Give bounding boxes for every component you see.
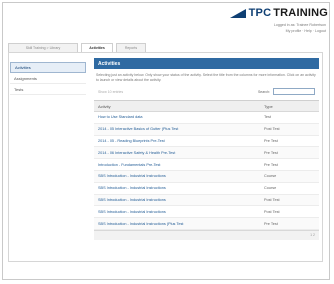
search-label: Search: (257, 89, 270, 94)
user-info: Logged in as: Trainee Robertson My profi… (274, 22, 326, 34)
main-panel: Activities Selecting just an activity be… (94, 58, 319, 240)
table-header: Activity Type (94, 101, 319, 112)
activity-link[interactable]: SBS Introduction - Industrial Instructio… (94, 222, 262, 226)
search-input[interactable] (273, 88, 315, 95)
sidebar-item-tests[interactable]: Tests (10, 84, 86, 95)
activity-type: Test (264, 115, 271, 120)
tab-activities[interactable]: Activities (81, 43, 113, 52)
activity-link[interactable]: 2014 - 06 Interactive Safety & Health Pr… (94, 151, 262, 155)
activity-link[interactable]: 2014 - 05 Interactive Basics of Gutter (… (94, 127, 262, 131)
activity-link[interactable]: Introduction - Fundamentals Pre-Test (94, 163, 262, 167)
table-row[interactable]: 2014 - 05 Interactive Basics of Gutter (… (94, 123, 319, 136)
table-row[interactable]: SBS Introduction - Industrial Instructio… (94, 206, 319, 219)
table-body: How to Use Standard data Test 2014 - 05 I… (94, 112, 319, 230)
table-row[interactable]: SBS Introduction - Industrial Instructio… (94, 218, 319, 230)
activity-type: Post Test (264, 127, 280, 132)
table-row[interactable]: 2014 - 05 - Reading Blueprints Pre-Test P… (94, 136, 319, 148)
logo-tpc-text: TPC (248, 7, 272, 19)
activity-link[interactable]: SBS Introduction - Industrial Instructio… (94, 198, 262, 202)
activity-type: Course (264, 174, 277, 179)
panel-description: Selecting just an activity below. Only s… (96, 73, 316, 82)
table-row[interactable]: SBS Introduction - Industrial Instructio… (94, 194, 319, 207)
activities-table: Activity Type How to Use Standard data Te… (94, 100, 319, 240)
table-row[interactable]: How to Use Standard data Test (94, 112, 319, 124)
activity-type: Post Test (264, 209, 280, 214)
search-group: Search: (258, 88, 315, 95)
activity-type: Pre Test (264, 150, 278, 155)
table-row[interactable]: SBS Introduction - Industrial Instructio… (94, 170, 319, 183)
table-controls: Show 10 entries Search: (94, 87, 319, 96)
activity-type: Course (264, 186, 277, 191)
tab-reports[interactable]: Reports (116, 43, 146, 52)
column-header-type[interactable]: Type (262, 104, 319, 109)
activity-type: Post Test (264, 197, 280, 202)
sidebar-item-activities[interactable]: Activities (10, 62, 86, 73)
logo-mark-icon (229, 8, 246, 18)
logo-training-text: TRAINING (273, 7, 328, 19)
activity-type: Pre Test (264, 138, 278, 143)
activity-type: Pre Test (264, 162, 278, 167)
tab-bar: Skill Training > Library Activities Repo… (8, 43, 146, 52)
activity-link[interactable]: SBS Introduction - Industrial Instructio… (94, 210, 262, 214)
sidebar-item-assignments[interactable]: Assignments (10, 73, 86, 84)
table-row[interactable]: Introduction - Fundamentals Pre-Test Pre … (94, 159, 319, 171)
activity-link[interactable]: How to Use Standard data (94, 115, 262, 119)
activity-type: Pre Test (264, 221, 278, 226)
column-header-activity[interactable]: Activity (94, 104, 262, 109)
table-row[interactable]: 2014 - 06 Interactive Safety & Health Pr… (94, 147, 319, 160)
tab-library[interactable]: Skill Training > Library (8, 43, 78, 52)
entries-select[interactable]: Show 10 entries (98, 90, 123, 94)
activity-link[interactable]: SBS Introduction - Industrial Instructio… (94, 174, 262, 178)
sidebar: Activities Assignments Tests (10, 62, 86, 95)
activity-link[interactable]: 2014 - 05 - Reading Blueprints Pre-Test (94, 139, 262, 143)
table-pagination[interactable]: 1 2 (94, 229, 319, 240)
panel-title: Activities (94, 58, 319, 69)
brand-logo[interactable]: TPC TRAINING (229, 6, 328, 20)
activity-link[interactable]: SBS Introduction - Industrial Instructio… (94, 186, 262, 190)
table-row[interactable]: SBS Introduction - Industrial Instructio… (94, 183, 319, 195)
user-links[interactable]: My profile · Help · Logout (274, 28, 326, 34)
